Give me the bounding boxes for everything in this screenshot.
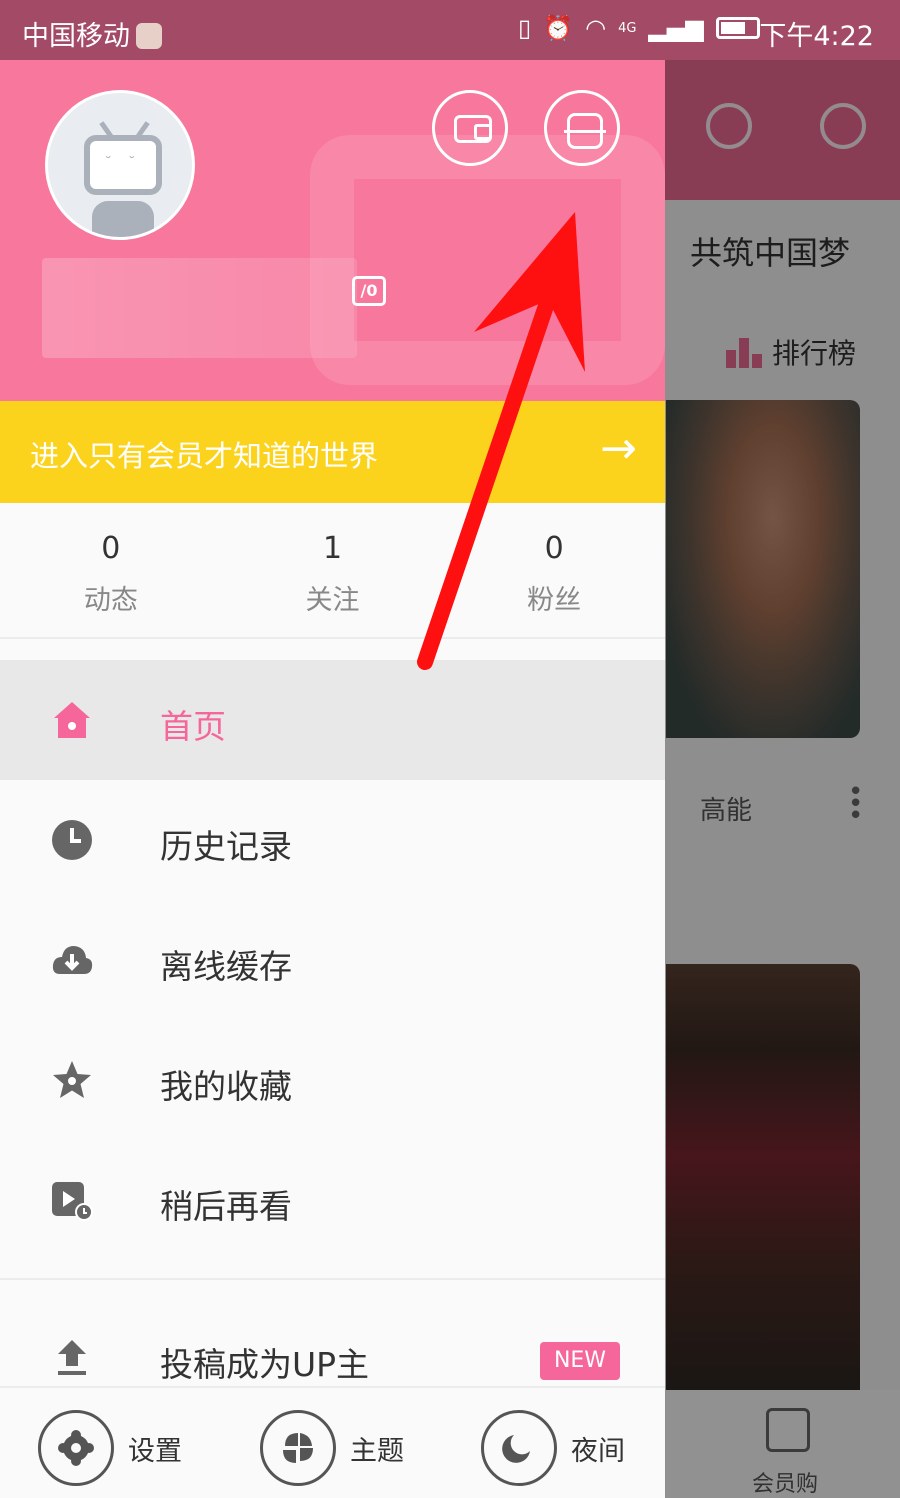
menu-item-offline-cache[interactable]: 离线缓存 xyxy=(0,900,665,1020)
stat-label: 动态 xyxy=(83,585,138,616)
menu-label: 历史记录 xyxy=(160,827,292,866)
notification-icon xyxy=(136,23,162,49)
settings-button-circle xyxy=(38,1410,114,1486)
menu-item-favorites[interactable]: 我的收藏 xyxy=(0,1020,665,1140)
arrow-right-icon: → xyxy=(600,423,637,474)
moon-icon xyxy=(502,1435,530,1463)
menu-label: 稍后再看 xyxy=(160,1187,292,1226)
level-badge: /0 xyxy=(352,276,386,306)
vip-banner-text: 进入只有会员才知道的世界 xyxy=(30,439,379,473)
menu-divider xyxy=(0,1260,665,1280)
settings-button[interactable]: 设置 xyxy=(38,1410,182,1486)
new-badge: NEW xyxy=(540,1342,620,1380)
menu-label: 投稿成为UP主 xyxy=(160,1345,370,1384)
night-mode-button[interactable]: 夜间 xyxy=(481,1410,625,1486)
upload-icon xyxy=(58,1340,86,1375)
drawer-menu: 首页 历史记录 离线缓存 我的收藏 稍后再看 投稿成为UP主 NEW xyxy=(0,660,665,1400)
vip-banner[interactable]: 进入只有会员才知道的世界 → xyxy=(0,401,665,503)
cloud-download-icon xyxy=(52,946,93,974)
carrier-label: 中国移动 xyxy=(22,21,130,52)
settings-label: 设置 xyxy=(128,1435,182,1467)
avatar[interactable]: ˘ ˘ xyxy=(45,90,195,240)
menu-label: 离线缓存 xyxy=(160,947,292,986)
wallet-icon xyxy=(454,115,492,143)
stat-dynamics[interactable]: 0 动态 xyxy=(0,503,222,637)
signal-icon: ▂▄▆ xyxy=(648,14,704,42)
theme-icon xyxy=(283,1433,313,1463)
clock-icon xyxy=(52,820,92,860)
drawer-header: ˘ ˘ /0 xyxy=(0,60,665,401)
network-type: 4G xyxy=(618,20,637,36)
tv-watermark xyxy=(310,135,665,385)
navigation-drawer: ˘ ˘ /0 进入只有会员才知道的世界 → 0 动态 1 关注 0 粉丝 首页 … xyxy=(0,60,665,1498)
stat-label: 粉丝 xyxy=(527,585,582,616)
home-icon xyxy=(54,702,90,738)
gear-icon xyxy=(58,1430,94,1466)
status-icons: ▯ ⏰ ◠ 4G ▂▄▆ xyxy=(518,14,760,42)
scan-button[interactable] xyxy=(544,90,620,166)
user-stats: 0 动态 1 关注 0 粉丝 xyxy=(0,503,665,639)
stat-value: 0 xyxy=(101,531,121,566)
stat-value: 0 xyxy=(544,531,564,566)
theme-label: 主题 xyxy=(350,1435,404,1467)
stat-following[interactable]: 1 关注 xyxy=(222,503,444,637)
drawer-bottom-bar: 设置 主题 夜间 xyxy=(0,1386,665,1498)
night-mode-label: 夜间 xyxy=(571,1435,625,1467)
menu-label: 首页 xyxy=(160,707,226,746)
carrier: 中国移动 xyxy=(22,14,162,53)
menu-label: 我的收藏 xyxy=(160,1067,292,1106)
night-mode-button-circle xyxy=(481,1410,557,1486)
menu-item-watch-later[interactable]: 稍后再看 xyxy=(0,1140,665,1260)
wallet-button[interactable] xyxy=(432,90,508,166)
battery-icon xyxy=(715,17,760,39)
stat-value: 1 xyxy=(322,531,343,566)
watch-later-icon xyxy=(52,1182,93,1221)
vibrate-icon: ▯ xyxy=(518,14,532,42)
mascot-face: ˘ ˘ xyxy=(104,155,142,171)
menu-item-home[interactable]: 首页 xyxy=(0,660,665,780)
status-bar: 中国移动 ▯ ⏰ ◠ 4G ▂▄▆ 下午4:22 xyxy=(0,0,900,60)
stat-fans[interactable]: 0 粉丝 xyxy=(443,503,665,637)
theme-button[interactable]: 主题 xyxy=(260,1410,404,1486)
star-icon xyxy=(53,1061,91,1098)
username-redacted[interactable] xyxy=(42,258,357,358)
menu-item-upload[interactable]: 投稿成为UP主 NEW xyxy=(0,1280,665,1400)
menu-item-history[interactable]: 历史记录 xyxy=(0,780,665,900)
theme-button-circle xyxy=(260,1410,336,1486)
stat-label: 关注 xyxy=(305,585,360,616)
alarm-icon: ⏰ xyxy=(543,14,574,42)
scan-icon xyxy=(564,113,606,149)
clock: 下午4:22 xyxy=(759,21,874,52)
wifi-icon: ◠ xyxy=(585,14,607,42)
mascot-body xyxy=(92,201,154,237)
